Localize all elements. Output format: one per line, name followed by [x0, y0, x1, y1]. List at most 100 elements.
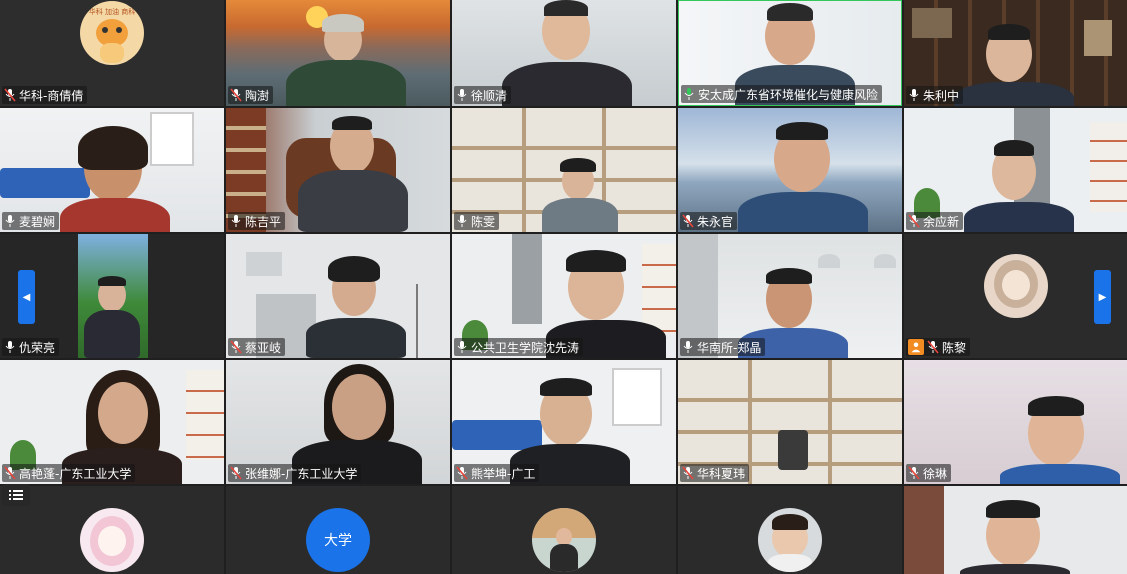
participant-name: 华科夏玮 [697, 466, 746, 481]
participant-list-icon [9, 486, 23, 505]
prev-page-button[interactable]: ◀ [18, 270, 35, 324]
video-tile[interactable] [904, 486, 1127, 574]
participant-avatar [80, 508, 144, 572]
participant-name-tag: 徐琳 [906, 464, 952, 482]
chevron-right-icon: ▶ [1098, 291, 1107, 303]
participant-avatar: 华科 加油 商科 [80, 1, 144, 65]
video-tile[interactable]: 朱利中 [904, 0, 1127, 106]
video-tile[interactable]: ▶ 陈黎 [904, 234, 1127, 358]
mic-muted-icon [908, 214, 920, 228]
mic-muted-icon [927, 340, 939, 354]
participant-name: 徐琳 [923, 466, 948, 481]
mic-icon [456, 340, 468, 354]
avatar-initials: 大学 [324, 533, 352, 549]
video-tile[interactable]: 张维娜-广东工业大学 [226, 360, 450, 484]
next-page-button[interactable]: ▶ [1094, 270, 1111, 324]
mic-muted-icon [908, 466, 920, 480]
participant-name-tag: 公共卫生学院沈先涛 [454, 338, 584, 356]
participant-name-tag: 陶澍 [228, 86, 274, 104]
mic-icon [4, 340, 16, 354]
mic-muted-icon [456, 466, 468, 480]
participant-name: 公共卫生学院沈先涛 [471, 340, 580, 355]
video-tile[interactable]: 华南所-郑晶 [678, 234, 902, 358]
video-tile[interactable]: 熊举坤-广工 [452, 360, 676, 484]
participant-name-tag: 余应新 [906, 212, 964, 230]
mic-muted-icon [230, 466, 242, 480]
participant-name: 陈雯 [471, 214, 496, 229]
video-tile-active-speaker[interactable]: 安太成广东省环境催化与健康风险 [678, 0, 902, 106]
mic-icon [230, 214, 242, 228]
video-tile[interactable] [0, 486, 224, 574]
participant-name-tag: 华南所-郑晶 [680, 338, 766, 356]
participant-name: 朱永官 [697, 214, 734, 229]
video-tile[interactable]: 陈雯 [452, 108, 676, 232]
chevron-left-icon: ◀ [22, 291, 31, 303]
participant-name-tag: 熊举坤-广工 [454, 464, 540, 482]
video-tile[interactable]: 陈吉平 [226, 108, 450, 232]
mic-icon [682, 340, 694, 354]
participant-name-tag: 华科夏玮 [680, 464, 750, 482]
participant-list-button[interactable] [2, 484, 30, 506]
participant-name-tag: 陈吉平 [228, 212, 286, 230]
participant-name: 余应新 [923, 214, 960, 229]
video-tile[interactable] [452, 486, 676, 574]
video-tile[interactable]: 徐琳 [904, 360, 1127, 484]
participant-name-tag: 仇荣亮 [2, 338, 60, 356]
participant-name-tag: 华科-商倩倩 [2, 86, 88, 104]
participant-avatar [758, 508, 822, 572]
mic-muted-icon [230, 88, 242, 102]
video-tile[interactable]: 华科夏玮 [678, 360, 902, 484]
participant-name-tag: 徐顺清 [454, 86, 512, 104]
video-tile[interactable]: 蔡亚岐 [226, 234, 450, 358]
participant-name: 熊举坤-广工 [471, 466, 536, 481]
participant-name-tag: 安太成广东省环境催化与健康风险 [681, 85, 883, 103]
mic-muted-icon [4, 88, 16, 102]
participant-name-tag: 陈黎 [906, 338, 971, 356]
participant-name-tag: 张维娜-广东工业大学 [228, 464, 362, 482]
participant-name: 高艳蓬-广东工业大学 [19, 466, 132, 481]
mic-muted-icon [682, 214, 694, 228]
mic-icon [908, 88, 920, 102]
participant-name: 麦碧娴 [19, 214, 56, 229]
participant-name: 安太成广东省环境催化与健康风险 [698, 87, 879, 102]
mic-icon [4, 214, 16, 228]
participant-name: 朱利中 [923, 88, 960, 103]
participant-name: 华科-商倩倩 [19, 88, 84, 103]
participant-name: 张维娜-广东工业大学 [245, 466, 358, 481]
participant-name-tag: 蔡亚岐 [228, 338, 286, 356]
video-tile[interactable]: 余应新 [904, 108, 1127, 232]
participant-name-tag: 朱利中 [906, 86, 964, 104]
video-tile[interactable]: 公共卫生学院沈先涛 [452, 234, 676, 358]
participant-name: 徐顺清 [471, 88, 508, 103]
participant-name: 陶澍 [245, 88, 270, 103]
mic-icon [456, 88, 468, 102]
mic-active-icon [683, 87, 695, 101]
mic-muted-icon [682, 466, 694, 480]
video-tile[interactable]: 高艳蓬-广东工业大学 [0, 360, 224, 484]
video-tile[interactable]: 大学 [226, 486, 450, 574]
video-tile[interactable]: 陶澍 [226, 0, 450, 106]
participant-name-tag: 高艳蓬-广东工业大学 [2, 464, 136, 482]
participant-name: 陈吉平 [245, 214, 282, 229]
mic-muted-icon [4, 466, 16, 480]
video-grid: 华科 加油 商科 华科-商倩倩 陶澍 徐顺清 安太成广东省环境催化与健康风险 朱… [0, 0, 1127, 574]
participant-name-tag: 麦碧娴 [2, 212, 60, 230]
participant-name-tag: 朱永官 [680, 212, 738, 230]
video-tile[interactable]: 朱永官 [678, 108, 902, 232]
video-tile[interactable]: 徐顺清 [452, 0, 676, 106]
avatar-caption: 华科 加油 商科 [88, 8, 136, 16]
video-tile[interactable]: 麦碧娴 [0, 108, 224, 232]
video-tile[interactable]: 华科 加油 商科 华科-商倩倩 [0, 0, 224, 106]
screen-share-badge-icon [908, 339, 924, 355]
participant-name: 仇荣亮 [19, 340, 56, 355]
participant-name: 蔡亚岐 [245, 340, 282, 355]
video-tile[interactable]: ◀ 仇荣亮 [0, 234, 224, 358]
participant-name: 陈黎 [942, 340, 967, 355]
participant-name: 华南所-郑晶 [697, 340, 762, 355]
participant-avatar: 大学 [306, 508, 370, 572]
mic-icon [456, 214, 468, 228]
participant-name-tag: 陈雯 [454, 212, 500, 230]
video-tile[interactable] [678, 486, 902, 574]
participant-avatar [532, 508, 596, 572]
participant-avatar [984, 254, 1048, 318]
